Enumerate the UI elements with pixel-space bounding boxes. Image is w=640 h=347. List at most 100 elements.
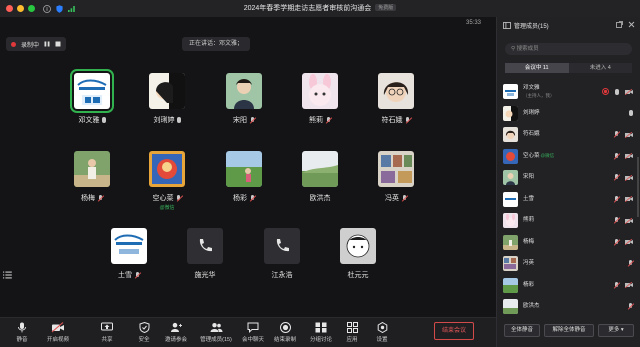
participant-tile[interactable]: 冯英 — [370, 151, 422, 203]
mic-muted-icon[interactable] — [613, 217, 619, 224]
member-row[interactable]: 杨彩 — [497, 275, 640, 297]
member-name: 宋阳 — [523, 174, 535, 181]
mic-icon[interactable] — [629, 109, 633, 116]
invite-button[interactable]: 邀请参会 — [156, 322, 196, 343]
settings-button[interactable]: 设置 — [362, 322, 402, 343]
participant-tile[interactable]: 空心菜 @微信 — [141, 151, 193, 211]
close-icon[interactable] — [628, 21, 635, 28]
avatar — [264, 228, 300, 264]
recording-label: 录制中 — [21, 42, 40, 49]
manage-members-button[interactable]: 管理成员(15) — [194, 322, 238, 343]
mic-muted-icon[interactable] — [613, 238, 619, 246]
chat-label: 会中聊天 — [241, 337, 264, 343]
avatar — [70, 69, 114, 113]
member-row[interactable]: 杨梅 — [497, 232, 640, 254]
member-row[interactable]: 冯英 — [497, 253, 640, 275]
avatar — [503, 256, 518, 272]
search-icon: ⚲ — [511, 46, 516, 52]
end-meeting-button[interactable]: 结束会议 — [434, 322, 474, 340]
recording-indicator[interactable]: 录制中 — [6, 37, 67, 51]
participant-tile[interactable]: 宋阳 — [218, 73, 270, 125]
participant-tile[interactable]: 杜元元 — [332, 228, 384, 280]
mic-muted-icon[interactable] — [613, 174, 619, 181]
participant-tile[interactable]: 邓文雅 — [66, 69, 118, 125]
more-button[interactable]: 更多 ▾ — [598, 323, 634, 337]
participant-tile[interactable]: 熊莉 — [294, 73, 346, 125]
window-controls — [6, 5, 35, 12]
mic-muted-icon[interactable] — [613, 152, 619, 160]
camera-off-icon[interactable] — [625, 282, 633, 288]
camera-off-icon[interactable] — [625, 131, 633, 138]
avatar — [302, 73, 338, 109]
meeting-title: 2024年春季学期走访志愿者审核前沟通会 — [243, 5, 372, 12]
participant-tile[interactable]: 土雪 — [103, 228, 155, 280]
participant-tile[interactable]: 刘琍婷 — [141, 73, 193, 125]
mic-icon[interactable] — [615, 88, 619, 95]
unmute-all-button[interactable]: 解除全体静音 — [544, 323, 594, 337]
participant-tile[interactable]: 欧洪杰 — [294, 151, 346, 203]
signal-icon — [68, 6, 75, 12]
participant-tile[interactable]: 杨彩 — [218, 151, 270, 203]
camera-off-icon[interactable] — [625, 239, 633, 245]
mic-muted-icon[interactable] — [613, 131, 619, 138]
member-row[interactable]: 宋阳 — [497, 167, 640, 189]
meeting-window: 2024年春季学期走访志愿者审核前沟通会 免费版 录制中 正在讲话：邓文雅； 35… — [0, 0, 640, 347]
mic-muted-icon[interactable] — [627, 303, 633, 310]
participant-tile[interactable]: 杨梅 — [66, 151, 118, 203]
member-row[interactable]: 空心菜@微信 — [497, 146, 640, 168]
member-search-input[interactable]: ⚲ 搜索成员 — [505, 43, 632, 55]
member-list-scrollbar[interactable] — [637, 157, 639, 217]
stop-recording-button[interactable]: 结束录制 — [265, 322, 305, 343]
popout-icon[interactable] — [616, 21, 623, 28]
minimize-window-button[interactable] — [17, 5, 24, 12]
chevron-down-icon: ▾ — [620, 326, 624, 333]
participant-tile[interactable]: 施光华 — [179, 228, 231, 280]
pause-icon[interactable] — [44, 41, 50, 47]
stop-icon[interactable] — [55, 41, 61, 47]
avatar — [503, 213, 518, 229]
invite-label: 邀请参会 — [164, 337, 187, 343]
camera-off-icon[interactable] — [625, 153, 633, 159]
member-row[interactable]: 熊莉 — [497, 210, 640, 232]
member-row[interactable]: 邓文雅 （主持人，我） — [497, 81, 640, 103]
mic-muted-icon[interactable] — [613, 281, 619, 289]
wechat-tag: @微信 — [540, 153, 555, 159]
mic-muted-icon[interactable] — [627, 260, 633, 267]
camera-off-icon[interactable] — [625, 196, 633, 202]
tab-in-meeting[interactable]: 会议中 11 — [505, 63, 569, 73]
start-video-button[interactable]: 开启视频 — [38, 322, 78, 343]
panel-toggle-icon[interactable] — [503, 21, 511, 29]
mic-muted-icon — [325, 116, 331, 124]
avatar — [340, 228, 376, 264]
share-button[interactable]: 共享 — [87, 322, 127, 343]
members-panel-footer: 全体静音 解除全体静音 更多 ▾ — [497, 313, 640, 347]
participant-name: 宋阳 — [233, 117, 247, 124]
close-window-button[interactable] — [6, 5, 13, 12]
camera-off-icon[interactable] — [625, 88, 633, 95]
camera-off-icon — [51, 322, 64, 333]
list-view-icon[interactable] — [3, 271, 12, 279]
avatar — [503, 127, 518, 143]
tab-not-joined[interactable]: 未进入 4 — [568, 63, 632, 73]
avatar — [503, 191, 518, 207]
members-panel: 管理成员(15) ⚲ 搜索成员 会议中 11 未进入 4 邓文雅 （主持人，我） … — [496, 17, 640, 347]
member-row[interactable]: 符石娥 — [497, 124, 640, 146]
members-icon — [210, 323, 222, 332]
mute-button[interactable]: 静音 — [2, 322, 42, 343]
camera-off-icon[interactable] — [625, 217, 633, 224]
participant-tile[interactable]: 江永浩 — [256, 228, 308, 280]
maximize-window-button[interactable] — [28, 5, 35, 12]
camera-off-icon[interactable] — [625, 174, 633, 181]
avatar — [503, 148, 518, 164]
participant-name: 欧洪杰 — [309, 195, 331, 202]
breakout-label: 分组讨论 — [309, 337, 332, 343]
mute-all-button[interactable]: 全体静音 — [504, 323, 540, 337]
participant-name: 杜元元 — [347, 272, 369, 279]
participant-tile[interactable]: 符石娥 — [370, 73, 422, 125]
shield-icon[interactable] — [56, 4, 63, 13]
member-row[interactable]: 刘琍婷 — [497, 103, 640, 125]
info-icon[interactable] — [43, 4, 51, 13]
avatar — [378, 151, 414, 187]
member-row[interactable]: 土雪 — [497, 189, 640, 211]
mic-muted-icon[interactable] — [613, 195, 619, 203]
